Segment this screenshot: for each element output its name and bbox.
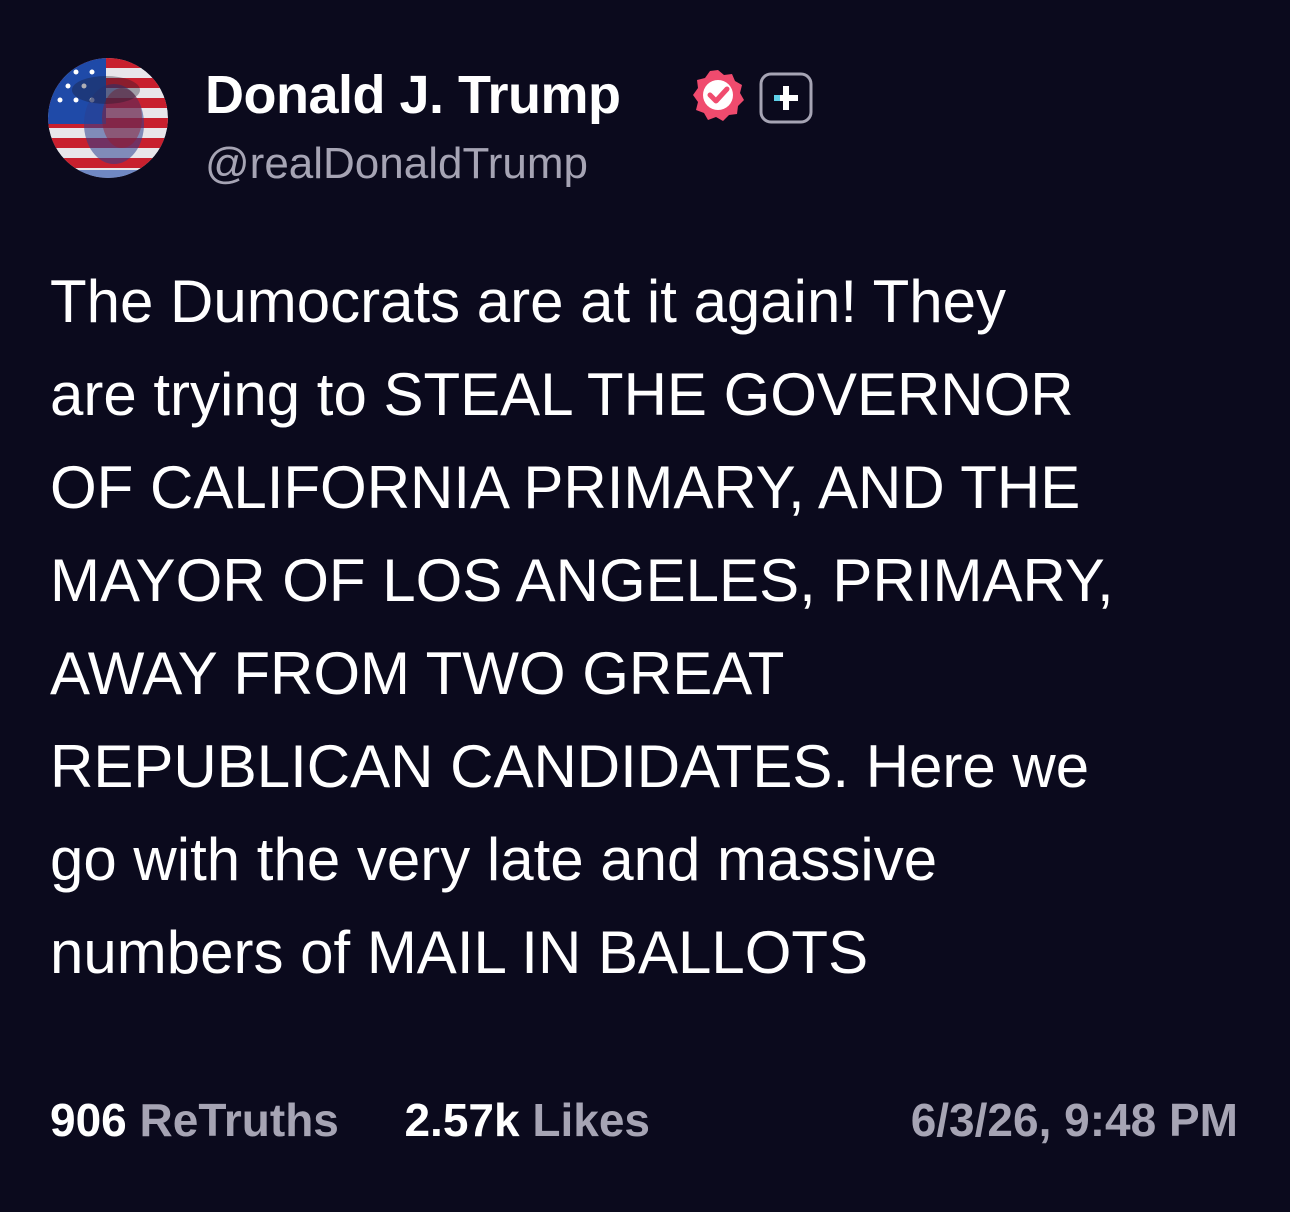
verified-badge-icon bbox=[690, 67, 746, 123]
post-card: Donald J. Trump @realDonaldTrump The Dum… bbox=[0, 0, 1290, 1212]
post-timestamp: 6/3/26, 9:48 PM bbox=[910, 1094, 1238, 1146]
likes-count[interactable]: 2.57k bbox=[404, 1094, 519, 1146]
plus-badge-icon bbox=[759, 72, 813, 124]
post-body-text: The Dumocrats are at it again! They are … bbox=[50, 268, 1114, 986]
avatar[interactable] bbox=[48, 58, 168, 178]
retruths-count[interactable]: 906 bbox=[50, 1094, 127, 1146]
likes-label[interactable]: Likes bbox=[532, 1094, 650, 1146]
flag-portrait-avatar-icon bbox=[48, 58, 168, 178]
post-stats: 906 ReTruths 2.57k Likes bbox=[50, 1090, 650, 1150]
retruths-label[interactable]: ReTruths bbox=[140, 1094, 339, 1146]
author-display-name[interactable]: Donald J. Trump bbox=[205, 64, 621, 126]
author-handle[interactable]: @realDonaldTrump bbox=[205, 136, 588, 192]
